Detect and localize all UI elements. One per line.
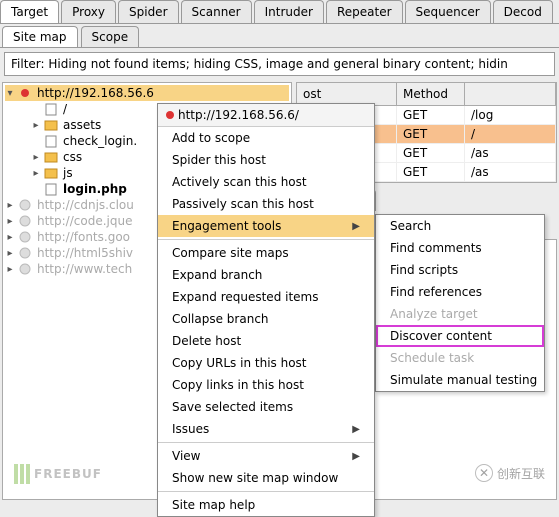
sub-analyze-target[interactable]: Analyze target [376, 303, 544, 325]
cm-active-scan[interactable]: Actively scan this host [158, 171, 374, 193]
cm-issues[interactable]: Issues▶ [158, 418, 374, 440]
col-method[interactable]: Method [397, 83, 465, 105]
folder-icon [43, 150, 59, 164]
cm-help[interactable]: Site map help [158, 494, 374, 516]
cm-engagement-tools[interactable]: Engagement tools▶ [158, 215, 374, 237]
globe-icon [17, 214, 33, 228]
globe-icon [166, 108, 174, 122]
expand-icon[interactable]: ▸ [5, 216, 15, 227]
engagement-submenu: Search Find comments Find scripts Find r… [375, 214, 545, 392]
folder-icon [43, 118, 59, 132]
expand-icon[interactable]: ▸ [5, 200, 15, 211]
filter-bar[interactable]: Filter: Hiding not found items; hiding C… [4, 52, 555, 76]
cm-save-selected[interactable]: Save selected items [158, 396, 374, 418]
page-icon [43, 182, 59, 196]
tab-target[interactable]: Target [0, 0, 59, 23]
chevron-right-icon: ▶ [352, 451, 360, 462]
sub-simulate-manual[interactable]: Simulate manual testing [376, 369, 544, 391]
sub-tabs: Site map Scope [0, 24, 559, 48]
sub-discover-content[interactable]: Discover content [376, 325, 544, 347]
expand-icon[interactable]: ▸ [31, 120, 41, 131]
globe-icon [17, 230, 33, 244]
folder-icon [43, 166, 59, 180]
tab-scanner[interactable]: Scanner [181, 0, 252, 23]
globe-icon [17, 86, 33, 100]
tree-host-label: http://192.168.56.6 [35, 86, 154, 100]
page-icon [43, 102, 59, 116]
tab-proxy[interactable]: Proxy [61, 0, 116, 23]
tab-intruder[interactable]: Intruder [254, 0, 324, 23]
cm-spider-host[interactable]: Spider this host [158, 149, 374, 171]
expand-icon[interactable]: ▸ [31, 152, 41, 163]
sub-schedule-task[interactable]: Schedule task [376, 347, 544, 369]
cm-add-to-scope[interactable]: Add to scope [158, 127, 374, 149]
expand-icon[interactable]: ▸ [5, 264, 15, 275]
separator [158, 442, 374, 443]
main-tabs: Target Proxy Spider Scanner Intruder Rep… [0, 0, 559, 24]
sub-find-references[interactable]: Find references [376, 281, 544, 303]
tab-sequencer[interactable]: Sequencer [405, 0, 491, 23]
tree-host-root[interactable]: ▾ http://192.168.56.6 [5, 85, 289, 101]
cm-expand-requested[interactable]: Expand requested items [158, 286, 374, 308]
globe-icon [17, 246, 33, 260]
col-url[interactable] [465, 83, 556, 105]
cm-delete-host[interactable]: Delete host [158, 330, 374, 352]
context-menu-title: http://192.168.56.6/ [158, 104, 374, 127]
cm-passive-scan[interactable]: Passively scan this host [158, 193, 374, 215]
sub-find-scripts[interactable]: Find scripts [376, 259, 544, 281]
context-menu: http://192.168.56.6/ Add to scope Spider… [157, 103, 375, 517]
globe-icon [17, 198, 33, 212]
sub-find-comments[interactable]: Find comments [376, 237, 544, 259]
expand-icon[interactable]: ▸ [5, 232, 15, 243]
separator [158, 491, 374, 492]
tab-repeater[interactable]: Repeater [326, 0, 403, 23]
chevron-right-icon: ▶ [352, 221, 360, 232]
expand-icon[interactable]: ▸ [5, 248, 15, 259]
subtab-sitemap[interactable]: Site map [2, 26, 78, 47]
cm-expand-branch[interactable]: Expand branch [158, 264, 374, 286]
separator [158, 239, 374, 240]
cm-compare-sitemaps[interactable]: Compare site maps [158, 242, 374, 264]
cm-copy-urls[interactable]: Copy URLs in this host [158, 352, 374, 374]
collapse-icon[interactable]: ▾ [5, 88, 15, 99]
tab-spider[interactable]: Spider [118, 0, 179, 23]
page-icon [43, 134, 59, 148]
cm-collapse-branch[interactable]: Collapse branch [158, 308, 374, 330]
cm-copy-links[interactable]: Copy links in this host [158, 374, 374, 396]
globe-icon [17, 262, 33, 276]
cm-view[interactable]: View▶ [158, 445, 374, 467]
cm-show-new-window[interactable]: Show new site map window [158, 467, 374, 489]
tab-decoder[interactable]: Decod [493, 0, 553, 23]
subtab-scope[interactable]: Scope [81, 26, 140, 47]
sub-search[interactable]: Search [376, 215, 544, 237]
expand-icon[interactable]: ▸ [31, 168, 41, 179]
chevron-right-icon: ▶ [352, 424, 360, 435]
col-host[interactable]: ost [297, 83, 397, 105]
